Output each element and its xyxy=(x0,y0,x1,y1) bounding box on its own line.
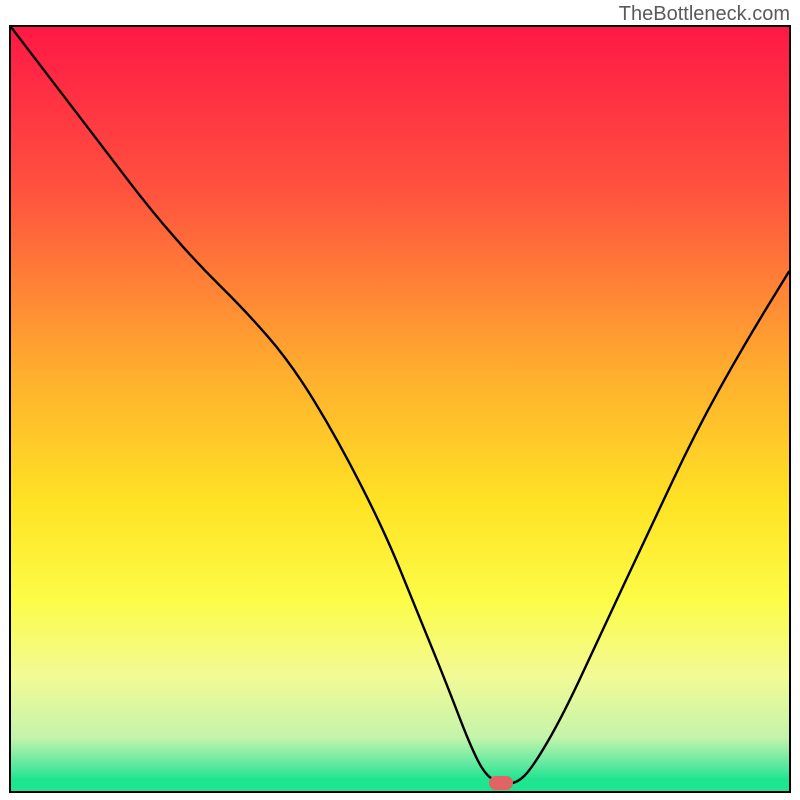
optimum-marker xyxy=(489,776,513,790)
chart-frame xyxy=(9,25,791,793)
watermark-text: TheBottleneck.com xyxy=(619,3,790,26)
gradient-background xyxy=(11,27,789,791)
plot-area xyxy=(11,27,789,791)
